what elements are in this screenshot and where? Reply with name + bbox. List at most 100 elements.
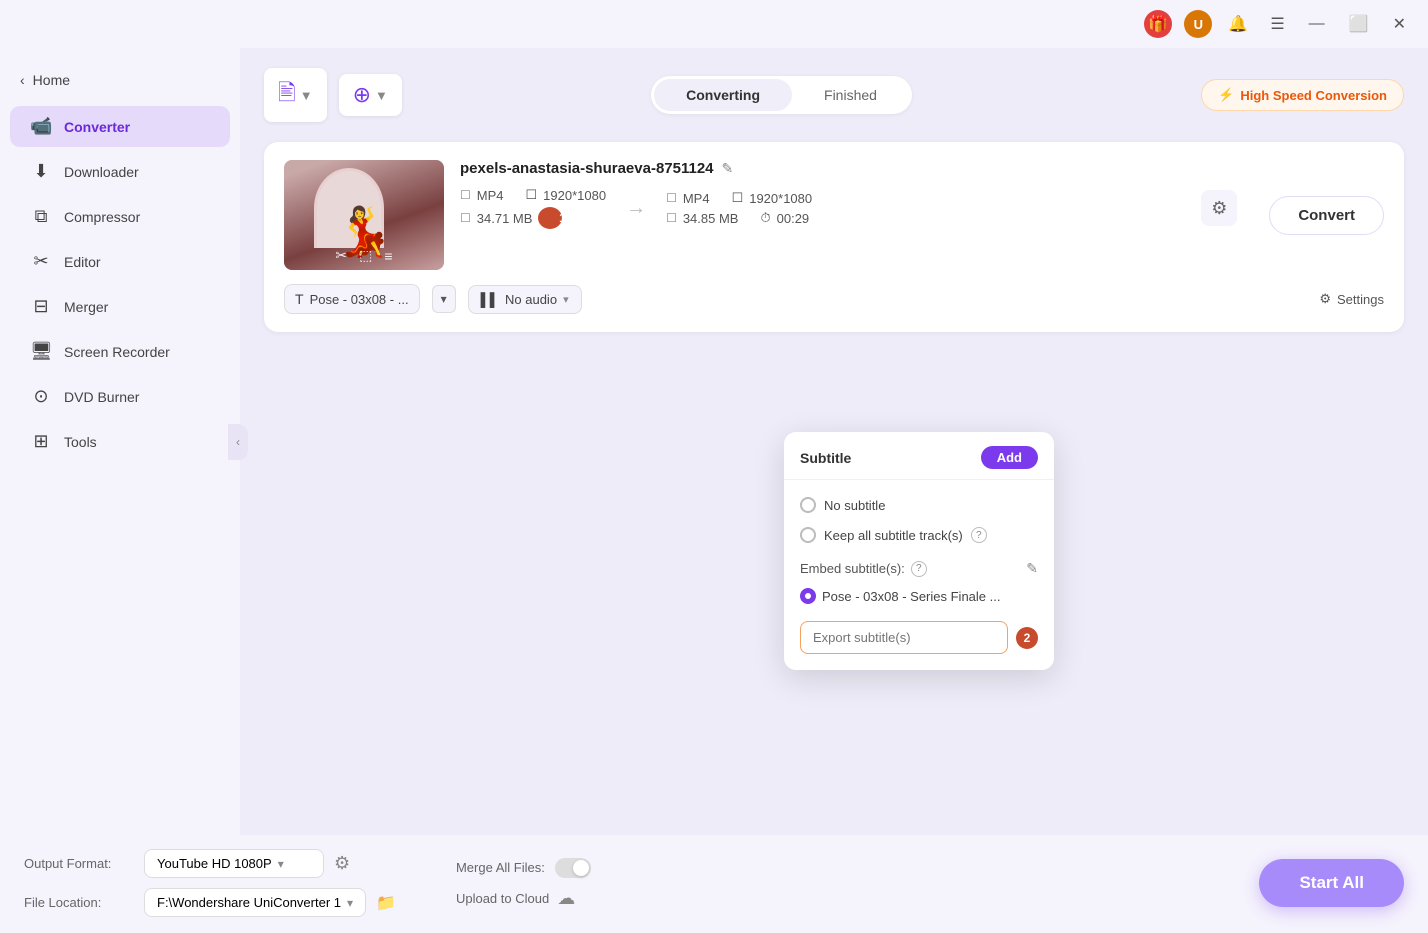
merge-label: Merge All Files: bbox=[456, 860, 545, 875]
add-file-button[interactable]: 🖹 ▼ bbox=[264, 68, 327, 122]
sidebar-item-compressor[interactable]: ⧉ Compressor bbox=[10, 196, 230, 237]
sidebar-collapse-button[interactable]: ‹ bbox=[228, 424, 248, 460]
sidebar-home[interactable]: ‹ Home bbox=[0, 64, 240, 104]
output-format-icon: ☐ bbox=[666, 191, 677, 205]
merge-all-row: Merge All Files: bbox=[456, 858, 591, 878]
export-row: 2 bbox=[800, 611, 1038, 660]
file-name-edit-icon[interactable]: ✎ bbox=[722, 160, 734, 177]
input-format-icon: ☐ bbox=[460, 188, 471, 202]
sidebar-item-downloader[interactable]: ⬇ Downloader bbox=[10, 151, 230, 192]
sidebar-item-editor[interactable]: ✂ Editor bbox=[10, 241, 230, 282]
subtitle-add-button[interactable]: Add bbox=[981, 446, 1038, 469]
no-subtitle-radio[interactable] bbox=[800, 497, 816, 513]
sidebar-item-label-merger: Merger bbox=[64, 299, 108, 315]
file-location-row: File Location: F:\Wondershare UniConvert… bbox=[24, 888, 396, 917]
file-location-label: File Location: bbox=[24, 895, 134, 910]
output-size: 34.85 MB bbox=[683, 211, 739, 226]
file-meta: ☐ MP4 ☐ 1920*1080 ☐ 34.71 MB 1 bbox=[460, 187, 1237, 229]
screen-recorder-icon: 🖥 bbox=[30, 341, 52, 362]
editor-icon: ✂ bbox=[30, 251, 52, 272]
subtitle-dropdown-trigger[interactable]: T Pose - 03x08 - ... bbox=[284, 284, 420, 314]
sidebar-item-screen-recorder[interactable]: 🖥 Screen Recorder bbox=[10, 331, 230, 372]
crop-icon[interactable]: ⬚ bbox=[359, 247, 372, 264]
tools-icon: ⊞ bbox=[30, 431, 52, 452]
user-icon[interactable]: U bbox=[1184, 10, 1212, 38]
file-location-chevron-icon: ▾ bbox=[347, 896, 353, 910]
sidebar: ‹ Home 📹 Converter ⬇ Downloader ⧉ Compre… bbox=[0, 48, 240, 835]
output-format-settings-icon[interactable]: ⚙ bbox=[334, 853, 350, 874]
keep-all-radio[interactable] bbox=[800, 527, 816, 543]
add-url-button[interactable]: ⊕ ▼ bbox=[339, 74, 402, 116]
app-body: ‹ Home 📹 Converter ⬇ Downloader ⧉ Compre… bbox=[0, 48, 1428, 835]
input-size: 34.71 MB bbox=[477, 211, 533, 226]
sidebar-item-label-dvd-burner: DVD Burner bbox=[64, 389, 139, 405]
subtitle-dropdown-popup: Subtitle Add No subtitle Keep all subtit… bbox=[784, 432, 1054, 670]
file-location-select[interactable]: F:\Wondershare UniConverter 1 ▾ bbox=[144, 888, 366, 917]
file-location-folder-icon[interactable]: 📁 bbox=[376, 893, 396, 913]
bottom-right-options: Merge All Files: Upload to Cloud ☁ bbox=[456, 858, 591, 909]
close-button[interactable]: ✕ bbox=[1387, 10, 1412, 38]
sidebar-item-label-converter: Converter bbox=[64, 119, 130, 135]
file-settings-icon-button[interactable]: ⚙ bbox=[1201, 190, 1237, 226]
audio-dropdown[interactable]: ▌▌ No audio ▾ bbox=[468, 285, 582, 314]
sidebar-item-dvd-burner[interactable]: ⊙ DVD Burner bbox=[10, 376, 230, 417]
dropdown-title: Subtitle bbox=[800, 450, 851, 466]
tab-finished[interactable]: Finished bbox=[792, 79, 909, 111]
output-size-row: ☐ 34.85 MB ⏱ 00:29 bbox=[666, 210, 812, 226]
bell-icon[interactable]: 🔔 bbox=[1224, 10, 1252, 38]
input-resolution-icon: ☐ bbox=[510, 187, 538, 203]
output-format-label: Output Format: bbox=[24, 856, 134, 871]
output-resolution-icon: ☐ bbox=[716, 190, 744, 206]
effects-icon[interactable]: ≡ bbox=[384, 248, 392, 264]
export-subtitle-input[interactable] bbox=[800, 621, 1008, 654]
toggle-knob bbox=[573, 860, 589, 876]
output-format-select[interactable]: YouTube HD 1080P ▾ bbox=[144, 849, 324, 878]
output-format-row: ☐ MP4 ☐ 1920*1080 bbox=[666, 190, 812, 206]
output-size-icon: ☐ bbox=[666, 211, 677, 225]
output-format-chevron-icon: ▾ bbox=[278, 857, 284, 871]
merger-icon: ⊟ bbox=[30, 296, 52, 317]
sidebar-item-label-compressor: Compressor bbox=[64, 209, 140, 225]
input-size-row: ☐ 34.71 MB 1 bbox=[460, 207, 606, 229]
card-settings-button[interactable]: ⚙ Settings bbox=[1319, 291, 1384, 307]
embed-subtitle-item[interactable]: Pose - 03x08 - Series Finale ... bbox=[800, 581, 1038, 611]
menu-button[interactable]: ☰ bbox=[1264, 10, 1290, 38]
add-url-chevron-icon: ▼ bbox=[375, 88, 388, 103]
maximize-button[interactable]: ⬜ bbox=[1343, 10, 1375, 38]
keep-all-info-icon[interactable]: ? bbox=[971, 527, 987, 543]
subtitle-icon: T bbox=[295, 291, 304, 307]
embed-external-link-icon[interactable]: ✎ bbox=[1026, 560, 1038, 577]
minimize-button[interactable]: — bbox=[1303, 11, 1331, 37]
dropdown-header: Subtitle Add bbox=[784, 432, 1054, 480]
input-format-row: ☐ MP4 ☐ 1920*1080 bbox=[460, 187, 606, 203]
converter-icon: 📹 bbox=[30, 116, 52, 137]
start-all-button[interactable]: Start All bbox=[1259, 859, 1404, 907]
embed-subtitle-radio[interactable] bbox=[800, 588, 816, 604]
settings-icon-sm: ⚙ bbox=[1319, 291, 1331, 307]
upload-cloud-icon[interactable]: ☁ bbox=[557, 888, 575, 909]
no-subtitle-option[interactable]: No subtitle bbox=[800, 490, 1038, 520]
output-format-row: Output Format: YouTube HD 1080P ▾ ⚙ bbox=[24, 849, 396, 878]
output-meta-block: ☐ MP4 ☐ 1920*1080 ☐ 34.85 MB ⏱ 00:29 bbox=[666, 190, 812, 226]
tab-converting[interactable]: Converting bbox=[654, 79, 792, 111]
dvd-burner-icon: ⊙ bbox=[30, 386, 52, 407]
sidebar-item-merger[interactable]: ⊟ Merger bbox=[10, 286, 230, 327]
cut-icon[interactable]: ✂ bbox=[335, 247, 347, 264]
gift-icon[interactable]: 🎁 bbox=[1144, 10, 1172, 38]
subtitle-chevron-button[interactable]: ▾ bbox=[432, 285, 456, 313]
keep-all-option[interactable]: Keep all subtitle track(s) ? bbox=[800, 520, 1038, 550]
input-badge: 1 bbox=[538, 207, 562, 229]
sidebar-item-converter[interactable]: 📹 Converter bbox=[10, 106, 230, 147]
high-speed-button[interactable]: ⚡ High Speed Conversion bbox=[1201, 79, 1404, 111]
convert-button[interactable]: Convert bbox=[1269, 196, 1384, 235]
output-format-value: YouTube HD 1080P bbox=[157, 856, 272, 871]
sidebar-item-label-editor: Editor bbox=[64, 254, 101, 270]
sidebar-item-tools[interactable]: ⊞ Tools bbox=[10, 421, 230, 462]
settings-label: Settings bbox=[1337, 292, 1384, 307]
keep-all-label: Keep all subtitle track(s) bbox=[824, 528, 963, 543]
bottom-bar: Output Format: YouTube HD 1080P ▾ ⚙ File… bbox=[0, 835, 1428, 933]
embed-info-icon[interactable]: ? bbox=[911, 561, 927, 577]
audio-icon: ▌▌ bbox=[481, 292, 499, 307]
downloader-icon: ⬇ bbox=[30, 161, 52, 182]
merge-toggle[interactable] bbox=[555, 858, 591, 878]
